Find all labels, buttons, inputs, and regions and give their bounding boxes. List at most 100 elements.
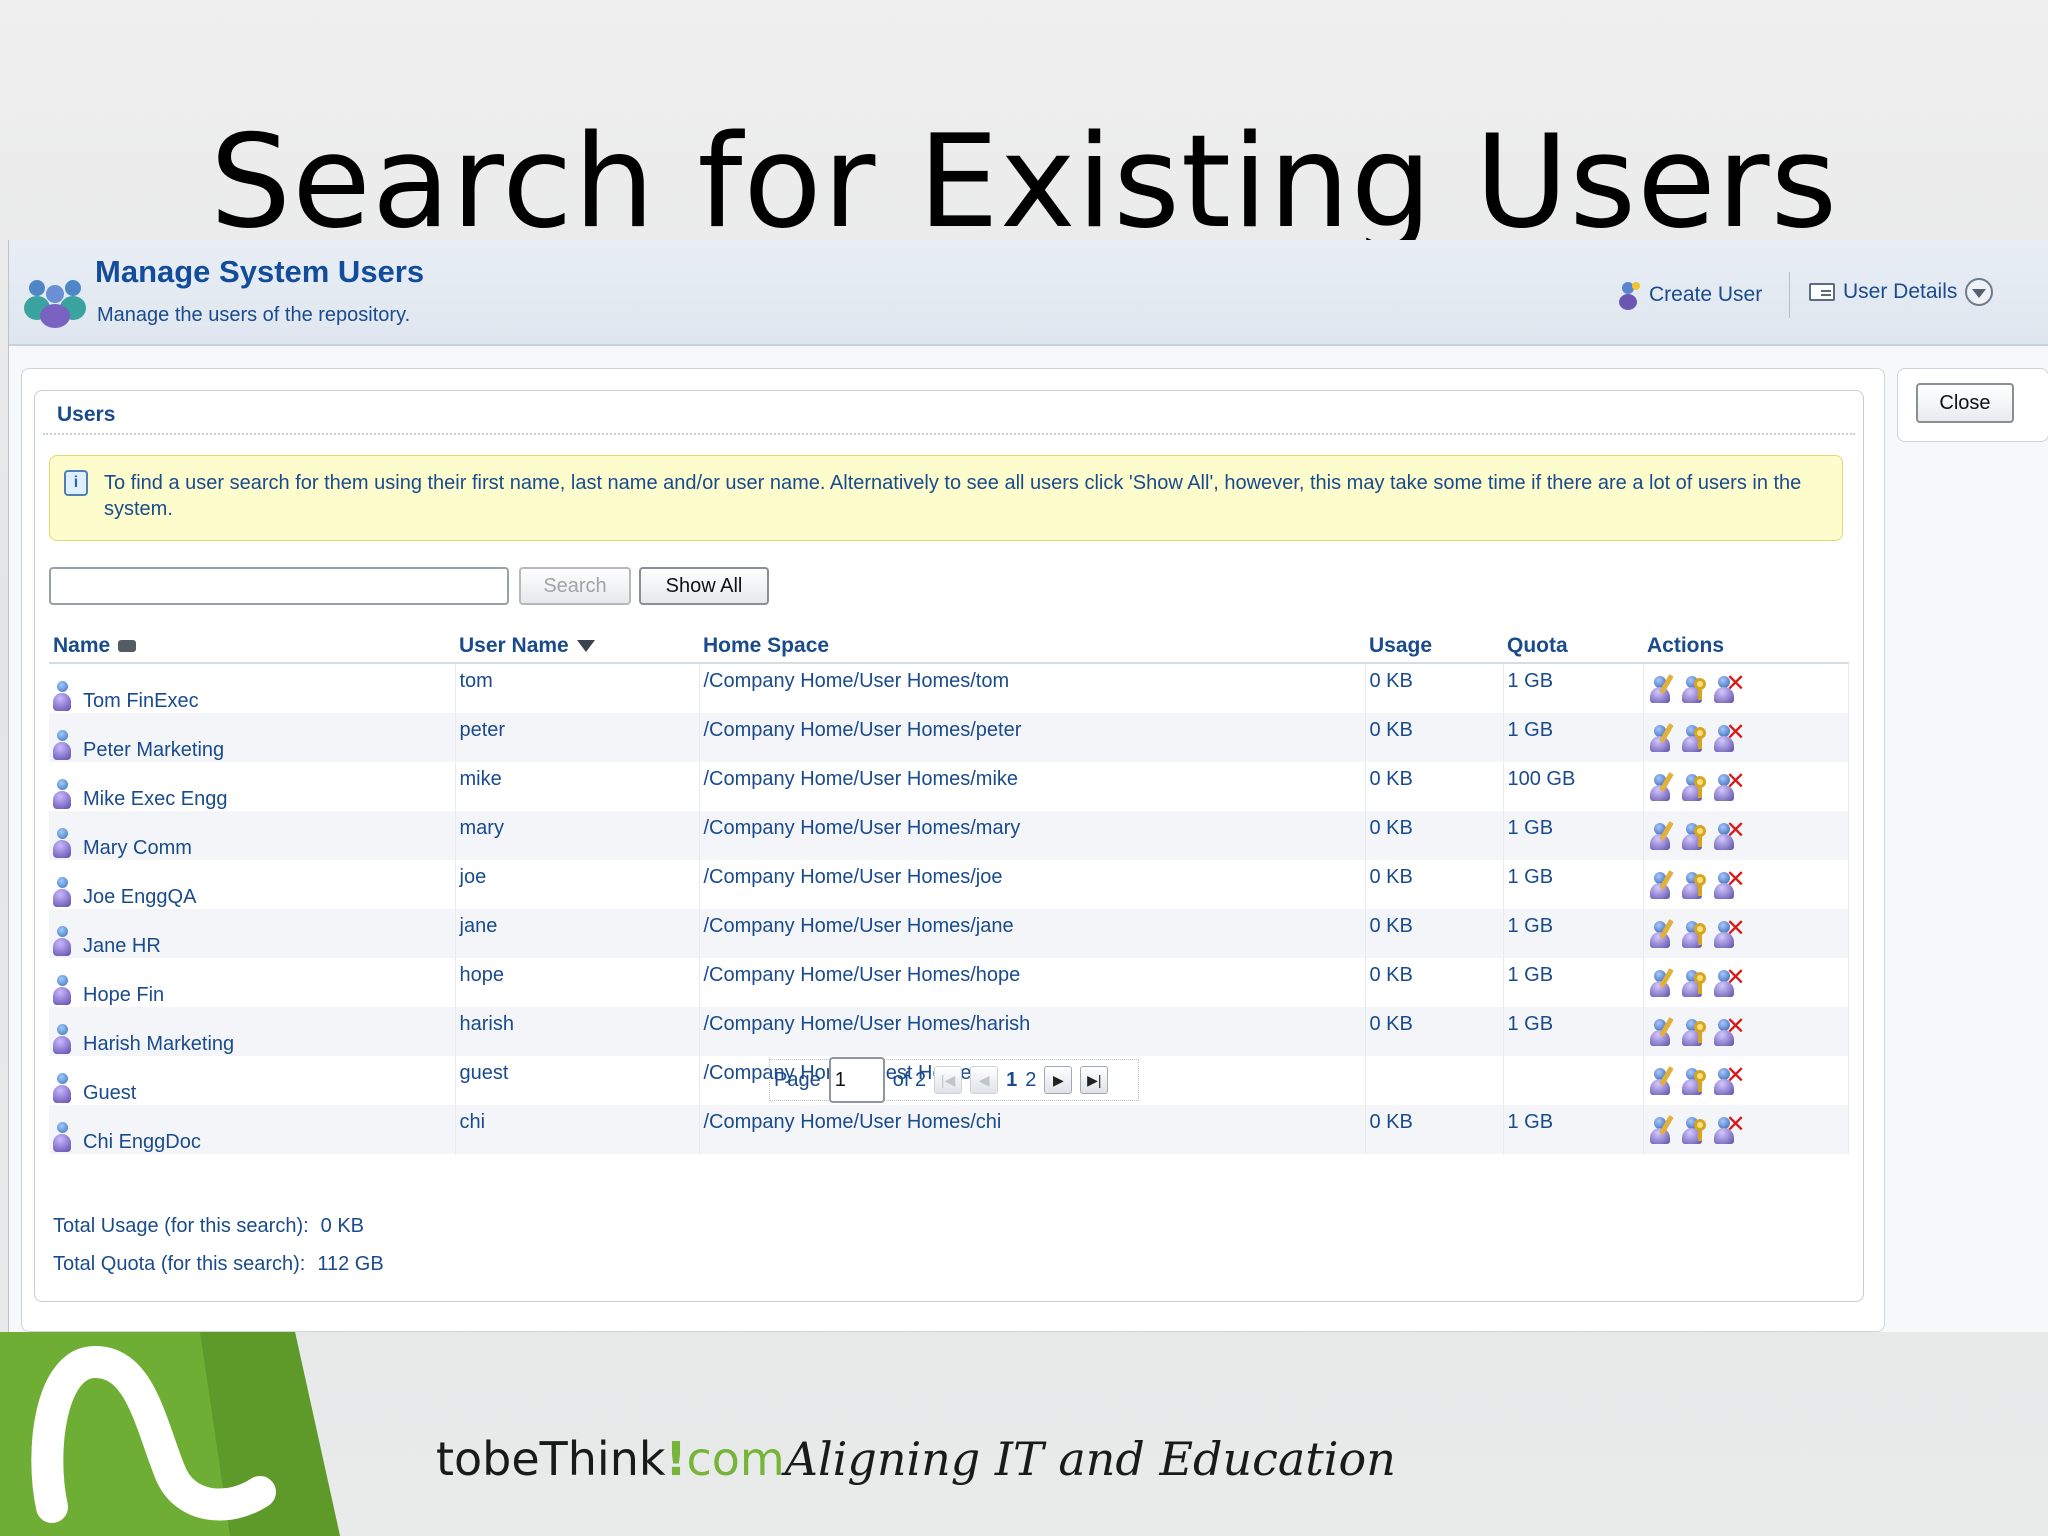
table-row: Tom FinExec tom/Company Home/User Homes/t… (49, 663, 1849, 713)
column-header-quota[interactable]: Quota (1503, 627, 1643, 664)
show-all-button[interactable]: Show All (639, 567, 769, 605)
brand-tagline: Aligning IT and Education (784, 1432, 1396, 1486)
delete-user-icon[interactable]: ✕ (1712, 917, 1746, 949)
change-password-icon[interactable] (1680, 968, 1708, 998)
home-space-link[interactable]: /Company Home/User Homes/harish (699, 1007, 1366, 1056)
edit-user-icon[interactable] (1648, 1115, 1676, 1145)
change-password-icon[interactable] (1680, 723, 1708, 753)
total-quota-value: 112 GB (317, 1253, 384, 1275)
slide-title: Search for Existing Users (209, 118, 1839, 240)
column-header-username[interactable]: User Name (455, 627, 699, 664)
users-panel: Users i To find a user search for them u… (34, 390, 1864, 1302)
delete-user-icon[interactable]: ✕ (1712, 721, 1746, 753)
change-password-icon[interactable] (1680, 1115, 1708, 1145)
brand-logo: tobeThink!comAligning IT and Education (436, 1432, 1396, 1486)
delete-user-icon[interactable]: ✕ (1712, 868, 1746, 900)
delete-user-icon[interactable]: ✕ (1712, 1015, 1746, 1047)
first-page-icon[interactable]: |◀ (934, 1066, 963, 1094)
header-divider (1789, 272, 1790, 318)
edit-user-icon[interactable] (1648, 968, 1676, 998)
page-number-input[interactable] (828, 1057, 885, 1103)
create-user-button[interactable]: Create User (1617, 280, 1762, 310)
username-cell: mike (455, 762, 700, 811)
page-link-2[interactable]: 2 (1025, 1069, 1036, 1092)
quota-cell: 100 GB (1503, 762, 1644, 811)
change-password-icon[interactable] (1680, 1017, 1708, 1047)
quota-cell: 1 GB (1503, 958, 1644, 1007)
previous-page-icon[interactable]: ◀ (970, 1066, 999, 1094)
info-message: i To find a user search for them using t… (49, 455, 1843, 541)
change-password-icon[interactable] (1680, 919, 1708, 949)
actions-cell: ✕ (1643, 811, 1849, 860)
user-details-menu[interactable]: User Details (1809, 278, 1994, 306)
create-user-label: Create User (1649, 283, 1763, 306)
user-full-name: Tom FinExec (83, 690, 199, 712)
close-button[interactable]: Close (1916, 383, 2014, 423)
chevron-down-icon[interactable] (1965, 278, 1994, 306)
delete-user-icon[interactable]: ✕ (1712, 819, 1746, 851)
delete-user-icon[interactable]: ✕ (1712, 1064, 1746, 1096)
delete-user-icon[interactable]: ✕ (1712, 770, 1746, 802)
name-cell: Guest (49, 1056, 456, 1105)
brand-bang: ! (665, 1432, 687, 1486)
brand-name: tobeThink (436, 1432, 666, 1486)
page-link-1[interactable]: 1 (1006, 1069, 1017, 1092)
next-page-icon[interactable]: ▶ (1044, 1066, 1073, 1094)
user-full-name: Mike Exec Engg (83, 788, 228, 810)
change-password-icon[interactable] (1680, 870, 1708, 900)
home-space-link[interactable]: /Company Home/User Homes/hope (699, 958, 1366, 1007)
user-full-name: Hope Fin (83, 984, 165, 1006)
edit-user-icon[interactable] (1648, 674, 1676, 704)
user-icon (53, 828, 71, 860)
home-space-link[interactable]: /Company Home/User Homes/mike (699, 762, 1366, 811)
edit-user-icon[interactable] (1648, 772, 1676, 802)
delete-user-icon[interactable]: ✕ (1712, 966, 1746, 998)
name-cell: Joe EnggQA (49, 860, 456, 909)
pagination: Page of 2 |◀ ◀ 1 2 ▶ ▶| (769, 1057, 1139, 1103)
edit-user-icon[interactable] (1648, 1066, 1676, 1096)
table-row: Joe EnggQA joe/Company Home/User Homes/jo… (49, 860, 1849, 909)
home-space-link[interactable]: /Company Home/User Homes/joe (699, 860, 1366, 909)
quota-cell: 1 GB (1503, 860, 1644, 909)
home-space-link[interactable]: /Company Home/User Homes/peter (699, 713, 1366, 762)
usage-cell (1365, 1056, 1504, 1105)
column-header-homespace[interactable]: Home Space (699, 627, 1365, 664)
search-button[interactable]: Search (519, 567, 631, 605)
change-password-icon[interactable] (1680, 674, 1708, 704)
home-space-link[interactable]: /Company Home/User Homes/jane (699, 909, 1366, 958)
search-input[interactable] (49, 567, 509, 605)
column-header-name[interactable]: Name (49, 627, 455, 664)
usage-cell: 0 KB (1365, 663, 1504, 713)
total-usage-value: 0 KB (320, 1215, 365, 1237)
user-full-name: Mary Comm (83, 837, 192, 859)
home-space-link[interactable]: /Company Home/User Homes/mary (699, 811, 1366, 860)
username-cell: guest (455, 1056, 700, 1105)
delete-user-icon[interactable]: ✕ (1712, 672, 1746, 704)
change-password-icon[interactable] (1680, 821, 1708, 851)
column-header-usage[interactable]: Usage (1365, 627, 1503, 664)
sort-descending-icon (576, 640, 595, 653)
actions-cell: ✕ (1643, 860, 1849, 909)
edit-user-icon[interactable] (1648, 1017, 1676, 1047)
user-icon (53, 1122, 71, 1154)
edit-user-icon[interactable] (1648, 919, 1676, 949)
total-usage: Total Usage (for this search): 0 KB (53, 1215, 364, 1238)
home-space-link[interactable]: /Company Home/User Homes/chi (699, 1105, 1366, 1154)
edit-user-icon[interactable] (1648, 821, 1676, 851)
home-space-link[interactable]: /Company Home/User Homes/tom (699, 663, 1366, 713)
app-header: Manage System Users Manage the users of … (9, 240, 2048, 346)
usage-cell: 0 KB (1365, 713, 1504, 762)
name-cell: Mike Exec Engg (49, 762, 456, 811)
last-page-icon[interactable]: ▶| (1080, 1066, 1109, 1094)
delete-user-icon[interactable]: ✕ (1712, 1113, 1746, 1145)
username-cell: tom (455, 663, 700, 713)
edit-user-icon[interactable] (1648, 870, 1676, 900)
change-password-icon[interactable] (1680, 1066, 1708, 1096)
change-password-icon[interactable] (1680, 772, 1708, 802)
actions-cell: ✕ (1643, 1007, 1849, 1056)
usage-cell: 0 KB (1365, 909, 1504, 958)
edit-user-icon[interactable] (1648, 723, 1676, 753)
username-cell: hope (455, 958, 700, 1007)
username-cell: jane (455, 909, 700, 958)
username-cell: peter (455, 713, 700, 762)
